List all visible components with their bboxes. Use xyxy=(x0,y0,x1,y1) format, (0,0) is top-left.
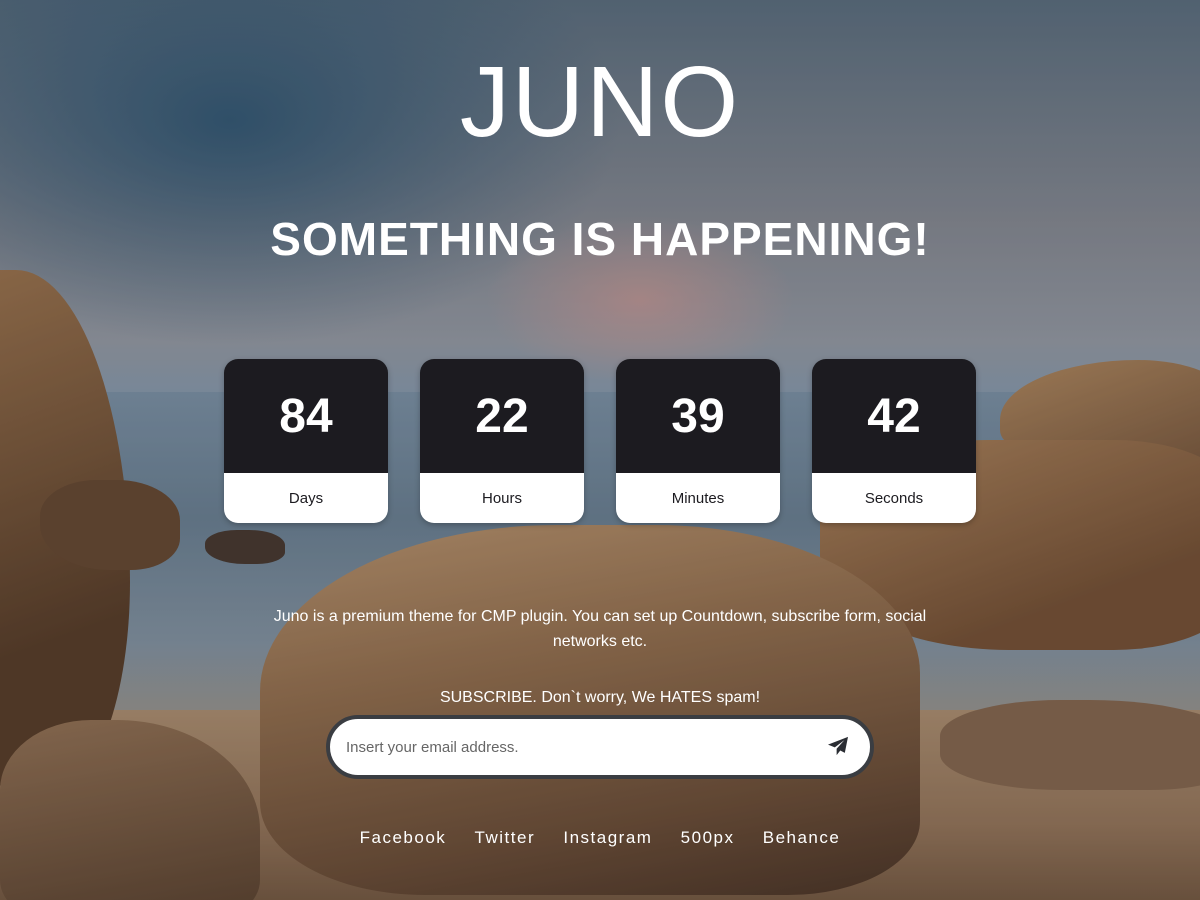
countdown-label: Hours xyxy=(420,473,584,523)
subscribe-form xyxy=(326,715,874,779)
social-link-twitter[interactable]: Twitter xyxy=(475,828,536,847)
countdown-value: 22 xyxy=(420,359,584,473)
social-links: Facebook Twitter Instagram 500px Behance xyxy=(0,828,1200,848)
subscribe-label: SUBSCRIBE. Don`t worry, We HATES spam! xyxy=(439,689,761,706)
countdown-value: 84 xyxy=(224,359,388,473)
social-link-facebook[interactable]: Facebook xyxy=(360,828,447,847)
countdown-label: Days xyxy=(224,473,388,523)
email-field[interactable] xyxy=(330,719,812,775)
page-content: JUNO SOMETHING IS HAPPENING! 84 Days 22 … xyxy=(0,0,1200,900)
countdown: 84 Days 22 Hours 39 Minutes 42 Seconds xyxy=(224,359,976,523)
subscribe-button[interactable] xyxy=(812,719,864,775)
social-link-instagram[interactable]: Instagram xyxy=(563,828,652,847)
logo: JUNO xyxy=(459,46,741,158)
description: Juno is a premium theme for CMP plugin. … xyxy=(273,608,927,650)
countdown-label: Seconds xyxy=(812,473,976,523)
page-title: SOMETHING IS HAPPENING! xyxy=(270,213,930,265)
countdown-value: 39 xyxy=(616,359,780,473)
social-link-behance[interactable]: Behance xyxy=(763,828,841,847)
social-link-500px[interactable]: 500px xyxy=(681,828,735,847)
paper-plane-icon xyxy=(827,736,849,759)
countdown-seconds: 42 Seconds xyxy=(812,359,976,523)
countdown-hours: 22 Hours xyxy=(420,359,584,523)
countdown-value: 42 xyxy=(812,359,976,473)
countdown-label: Minutes xyxy=(616,473,780,523)
countdown-days: 84 Days xyxy=(224,359,388,523)
countdown-minutes: 39 Minutes xyxy=(616,359,780,523)
